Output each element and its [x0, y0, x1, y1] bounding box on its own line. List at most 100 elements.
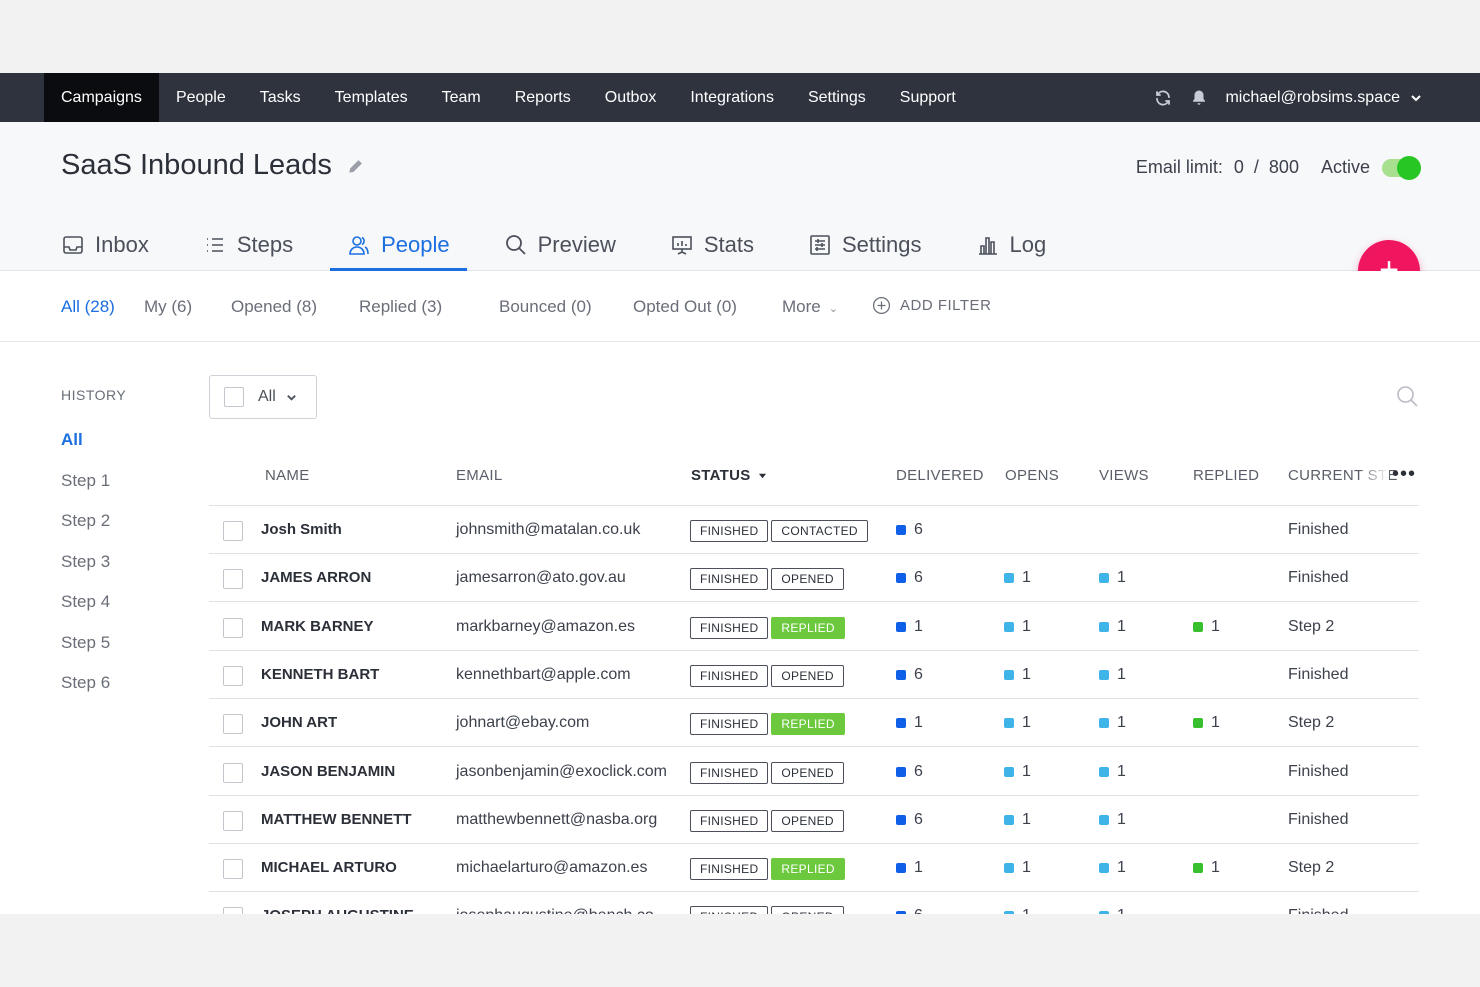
tab-log[interactable]: Log — [959, 218, 1064, 271]
history-item-step-3[interactable]: Step 3 — [61, 552, 110, 572]
bulk-select-dropdown[interactable]: All — [209, 375, 317, 419]
col-delivered[interactable]: DELIVERED — [896, 467, 984, 484]
row-opens: 1 — [1004, 859, 1031, 877]
nav-outbox[interactable]: Outbox — [588, 73, 674, 122]
row-name[interactable]: MARK BARNEY — [261, 618, 374, 635]
row-email: josephaugustine@bench.co — [456, 907, 654, 914]
row-checkbox[interactable] — [223, 569, 243, 590]
tab-stats[interactable]: Stats — [653, 218, 771, 271]
table-row[interactable]: JOHN ART johnart@ebay.com FINISHED REPLIED 1… — [209, 699, 1419, 748]
history-item-step-4[interactable]: Step 4 — [61, 592, 110, 612]
status-badge: FINISHED — [690, 906, 769, 914]
chevron-down-icon — [286, 394, 296, 401]
bell-icon[interactable] — [1189, 88, 1209, 108]
nav-people[interactable]: People — [159, 73, 243, 122]
row-checkbox[interactable] — [223, 714, 243, 735]
add-filter-label: ADD FILTER — [900, 297, 992, 314]
nav-campaigns[interactable]: Campaigns — [44, 73, 159, 122]
tab-preview[interactable]: Preview — [487, 218, 633, 271]
row-views-value: 1 — [1117, 617, 1126, 635]
status-badge: OPENED — [771, 761, 844, 784]
filter-replied[interactable]: Replied (3) — [359, 297, 442, 317]
nav-settings[interactable]: Settings — [791, 73, 883, 122]
edit-pencil-icon[interactable] — [346, 156, 366, 176]
column-options-button[interactable]: ••• — [1392, 463, 1416, 486]
col-name[interactable]: NAME — [265, 467, 310, 484]
replied-square-icon — [1193, 621, 1203, 632]
history-item-all[interactable]: All — [61, 430, 83, 450]
table-row[interactable]: MATTHEW BENNETT matthewbennett@nasba.org F… — [209, 796, 1419, 844]
row-name[interactable]: KENNETH BART — [261, 666, 379, 683]
history-item-step-1[interactable]: Step 1 — [61, 471, 110, 491]
row-opens-value: 1 — [1022, 617, 1031, 635]
delivered-square-icon — [896, 814, 906, 825]
row-checkbox[interactable] — [223, 859, 243, 880]
nav-reports[interactable]: Reports — [498, 73, 588, 122]
table-row[interactable]: Josh Smith johnsmith@matalan.co.uk FINISHE… — [209, 506, 1419, 554]
user-menu[interactable]: michael@robsims.space — [1225, 89, 1422, 107]
row-delivered: 6 — [896, 811, 923, 829]
row-name[interactable]: JASON BENJAMIN — [261, 763, 395, 780]
row-name[interactable]: JAMES ARRON — [261, 569, 371, 586]
nav-team[interactable]: Team — [425, 73, 498, 122]
table-row[interactable]: JOSEPH AUGUSTINE josephaugustine@bench.co… — [209, 892, 1419, 914]
row-delivered: 6 — [896, 569, 923, 587]
nav-tasks[interactable]: Tasks — [243, 73, 318, 122]
row-name[interactable]: JOHN ART — [261, 714, 337, 731]
row-checkbox[interactable] — [223, 762, 243, 783]
col-views[interactable]: VIEWS — [1099, 467, 1149, 484]
select-all-checkbox[interactable] — [224, 387, 244, 407]
history-item-step-2[interactable]: Step 2 — [61, 511, 110, 531]
col-status[interactable]: STATUS — [691, 467, 767, 484]
row-current-step: Finished — [1288, 569, 1349, 587]
refresh-icon[interactable] — [1153, 88, 1173, 108]
row-delivered-value: 6 — [914, 521, 923, 538]
presentation-icon — [672, 235, 692, 255]
nav-integrations[interactable]: Integrations — [673, 73, 791, 122]
row-name[interactable]: MICHAEL ARTURO — [261, 859, 397, 876]
filter-all[interactable]: All (28) — [61, 297, 115, 317]
tab-inbox[interactable]: Inbox — [44, 218, 166, 271]
history-item-step-5[interactable]: Step 5 — [61, 633, 110, 653]
row-views-value: 1 — [1117, 569, 1126, 587]
table-row[interactable]: MARK BARNEY markbarney@amazon.es FINISHED R… — [209, 603, 1419, 651]
filter-more[interactable]: More ⌄ — [782, 297, 838, 317]
table-row[interactable]: JASON BENJAMIN jasonbenjamin@exoclick.com… — [209, 748, 1419, 796]
filter-opened[interactable]: Opened (8) — [231, 297, 317, 317]
col-opens[interactable]: OPENS — [1005, 467, 1059, 484]
row-checkbox[interactable] — [223, 521, 243, 541]
row-name[interactable]: MATTHEW BENNETT — [261, 811, 412, 828]
table-row[interactable]: MICHAEL ARTURO michaelarturo@amazon.es FIN… — [209, 844, 1419, 893]
nav-support[interactable]: Support — [883, 73, 973, 122]
tab-settings[interactable]: Settings — [791, 218, 939, 271]
row-delivered-value: 6 — [914, 569, 923, 587]
row-checkbox[interactable] — [223, 907, 243, 914]
table-row[interactable]: JAMES ARRON jamesarron@ato.gov.au FINISHED… — [209, 554, 1419, 603]
delivered-square-icon — [896, 525, 906, 535]
history-item-step-6[interactable]: Step 6 — [61, 673, 110, 693]
table-search-icon[interactable] — [1395, 384, 1419, 408]
row-opens: 1 — [1004, 811, 1031, 829]
filter-bounced[interactable]: Bounced (0) — [499, 297, 592, 317]
row-email: matthewbennett@nasba.org — [456, 810, 658, 828]
tab-steps[interactable]: Steps — [186, 218, 310, 271]
opens-square-icon — [1004, 766, 1014, 777]
row-status: FINISHED REPLIED — [690, 858, 845, 881]
col-email[interactable]: EMAIL — [456, 467, 503, 484]
row-name[interactable]: Josh Smith — [261, 521, 342, 538]
col-replied[interactable]: REPLIED — [1193, 467, 1259, 484]
row-checkbox[interactable] — [223, 617, 243, 638]
filter-opted-out[interactable]: Opted Out (0) — [633, 297, 737, 317]
row-email: kennethbart@apple.com — [456, 665, 631, 683]
row-status: FINISHED REPLIED — [690, 616, 845, 639]
row-checkbox[interactable] — [223, 810, 243, 831]
row-checkbox[interactable] — [223, 665, 243, 686]
row-name[interactable]: JOSEPH AUGUSTINE — [261, 907, 414, 914]
nav-templates[interactable]: Templates — [318, 73, 425, 122]
row-email: michaelarturo@amazon.es — [456, 859, 648, 877]
filter-my[interactable]: My (6) — [144, 297, 192, 317]
add-filter-button[interactable]: ADD FILTER — [872, 296, 991, 315]
table-row[interactable]: KENNETH BART kennethbart@apple.com FINISHE… — [209, 651, 1419, 699]
tab-people[interactable]: People — [330, 218, 467, 272]
active-toggle[interactable] — [1382, 155, 1421, 180]
